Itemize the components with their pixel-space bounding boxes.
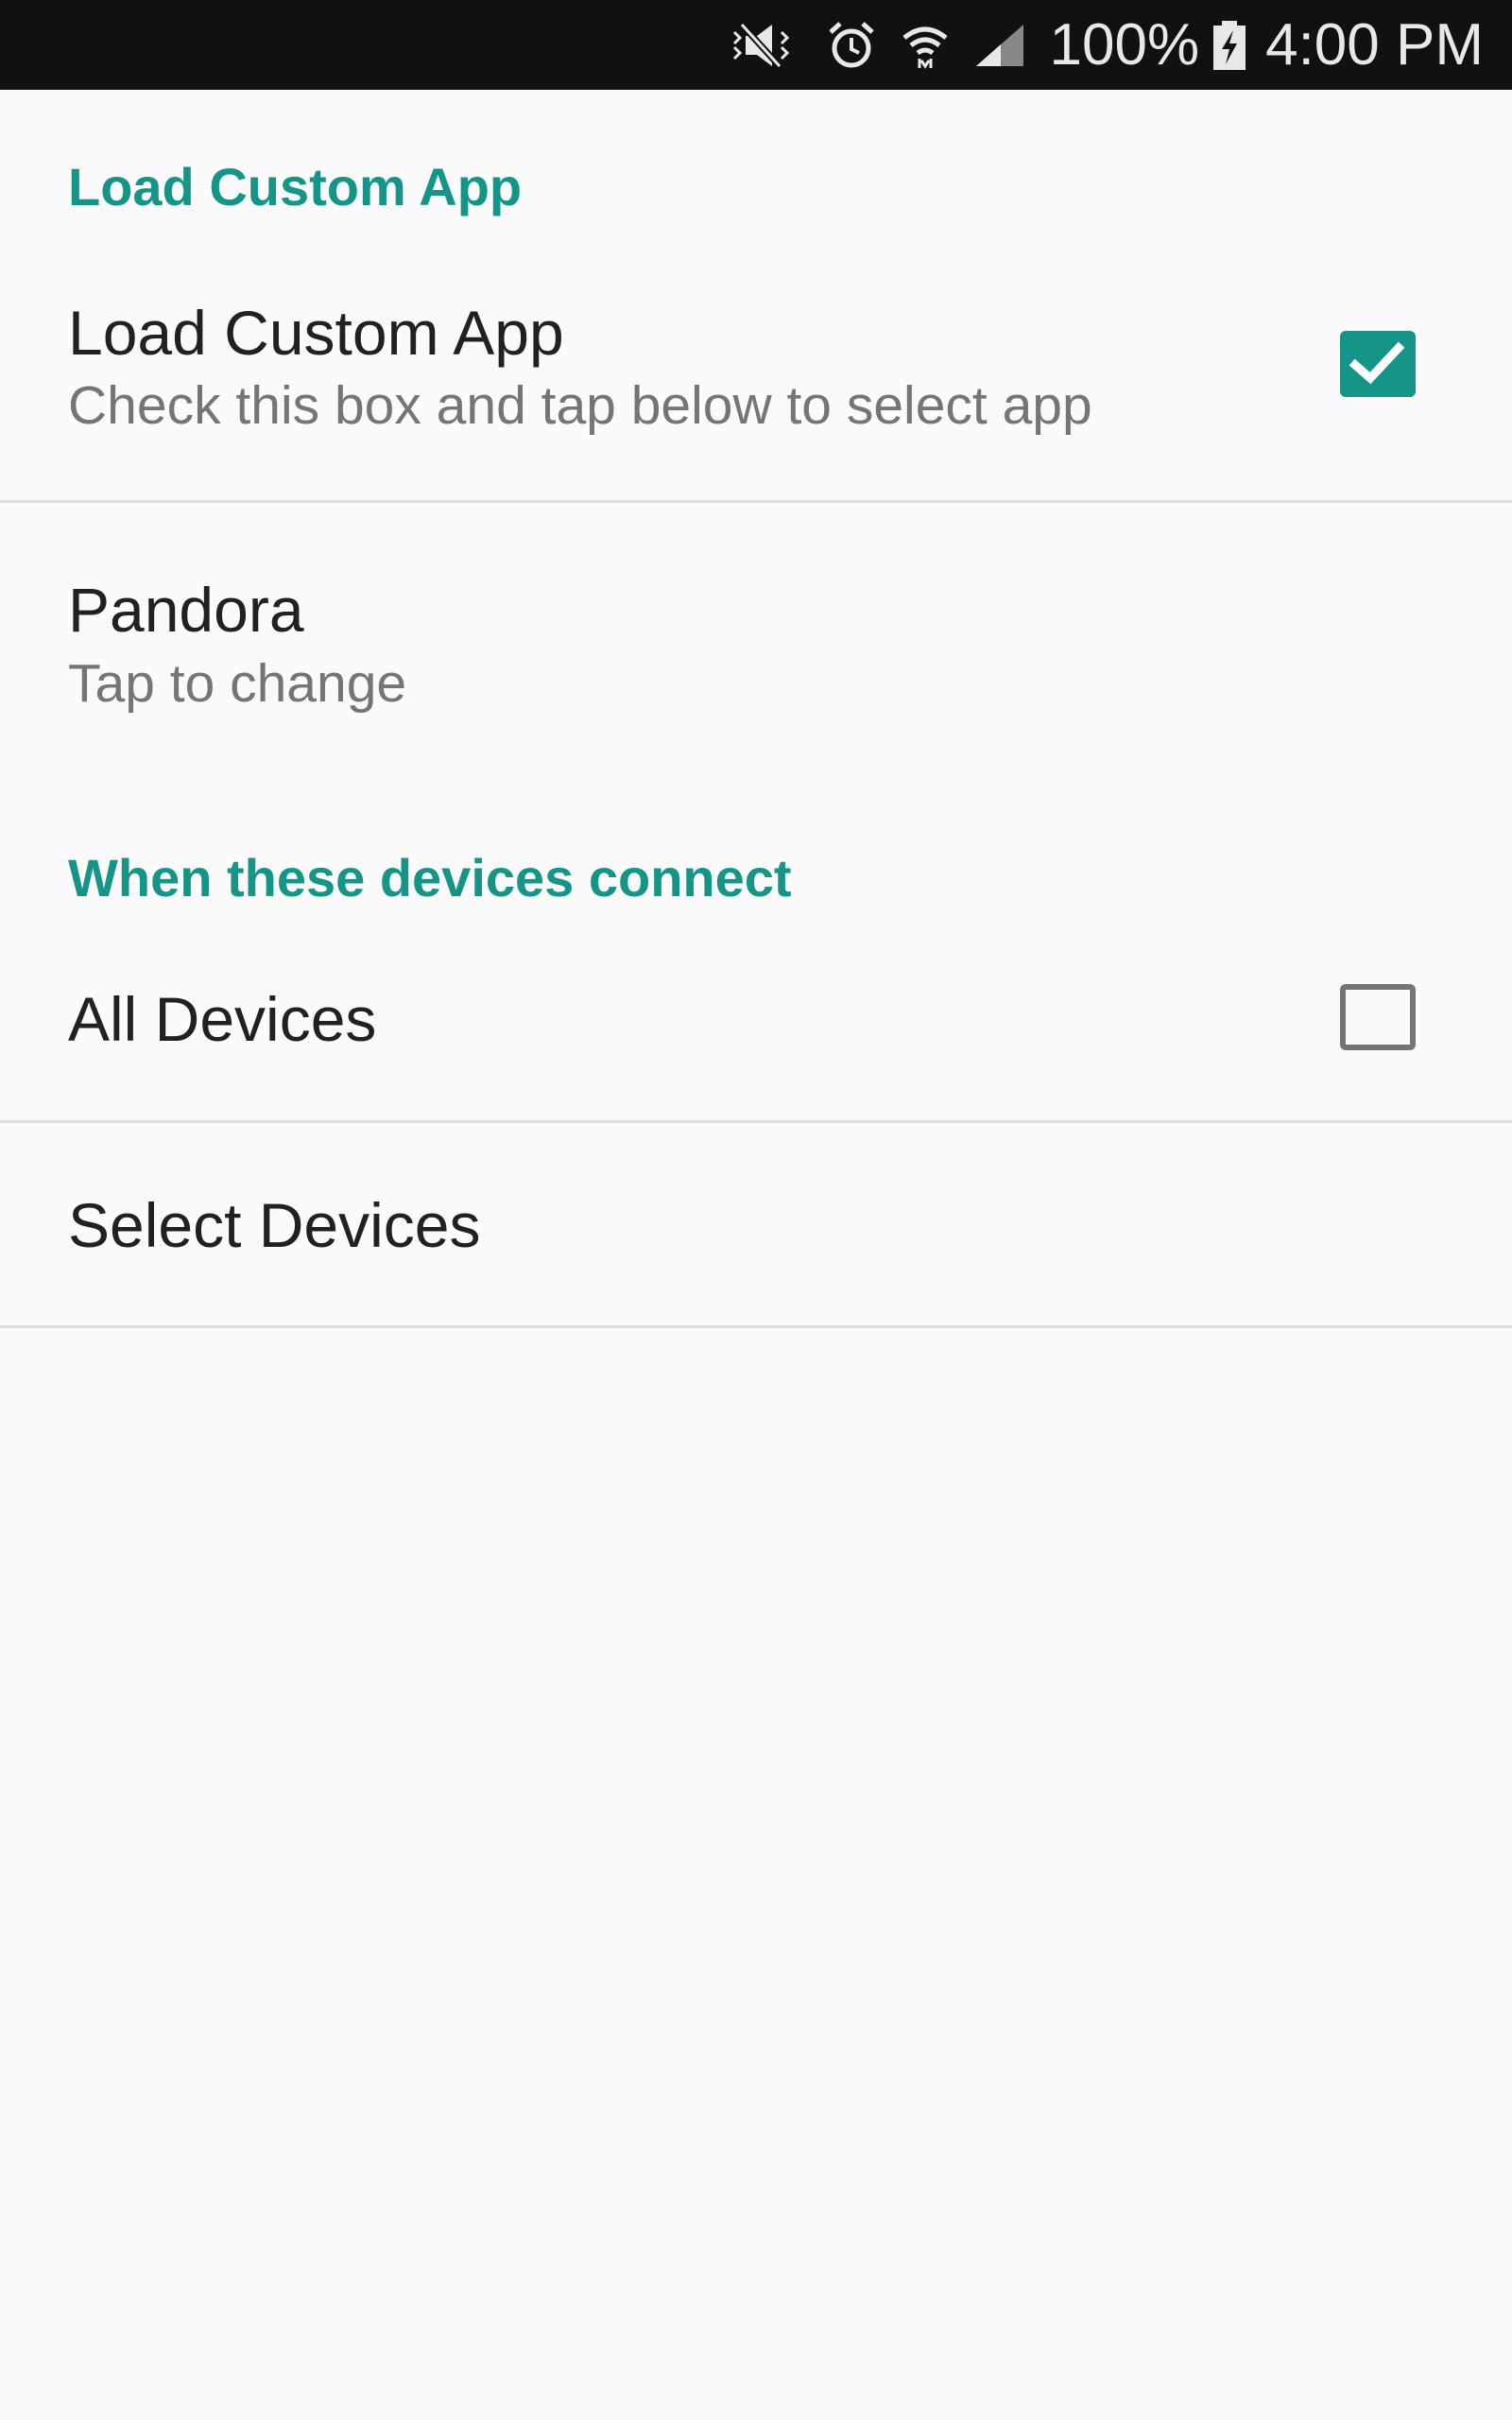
battery-charging-icon [1211, 19, 1248, 72]
load-custom-app-title: Load Custom App [68, 298, 564, 368]
all-devices-title: All Devices [68, 984, 377, 1054]
load-custom-app-summary: Check this box and tap below to select a… [68, 375, 1092, 436]
all-devices-checkbox[interactable] [1340, 984, 1416, 1050]
wifi-icon [899, 19, 952, 72]
selected-app-title: Pandora [68, 575, 304, 645]
clock: 4:00 PM [1265, 11, 1484, 78]
mute-icon [729, 19, 804, 72]
status-icons: 100% 4:00 PM [729, 0, 1484, 90]
section-header-load-custom-app: Load Custom App [68, 157, 523, 216]
checkmark-icon [1349, 341, 1405, 385]
battery-percentage: 100% [1049, 11, 1200, 78]
section-header-devices: When these devices connect [68, 848, 792, 908]
signal-icon [972, 19, 1029, 72]
alarm-icon [825, 19, 878, 72]
load-custom-app-checkbox[interactable] [1340, 331, 1416, 397]
divider [0, 1325, 1512, 1328]
select-devices-title: Select Devices [68, 1190, 481, 1260]
status-bar: 100% 4:00 PM [0, 0, 1512, 90]
selected-app-summary: Tap to change [68, 653, 407, 714]
